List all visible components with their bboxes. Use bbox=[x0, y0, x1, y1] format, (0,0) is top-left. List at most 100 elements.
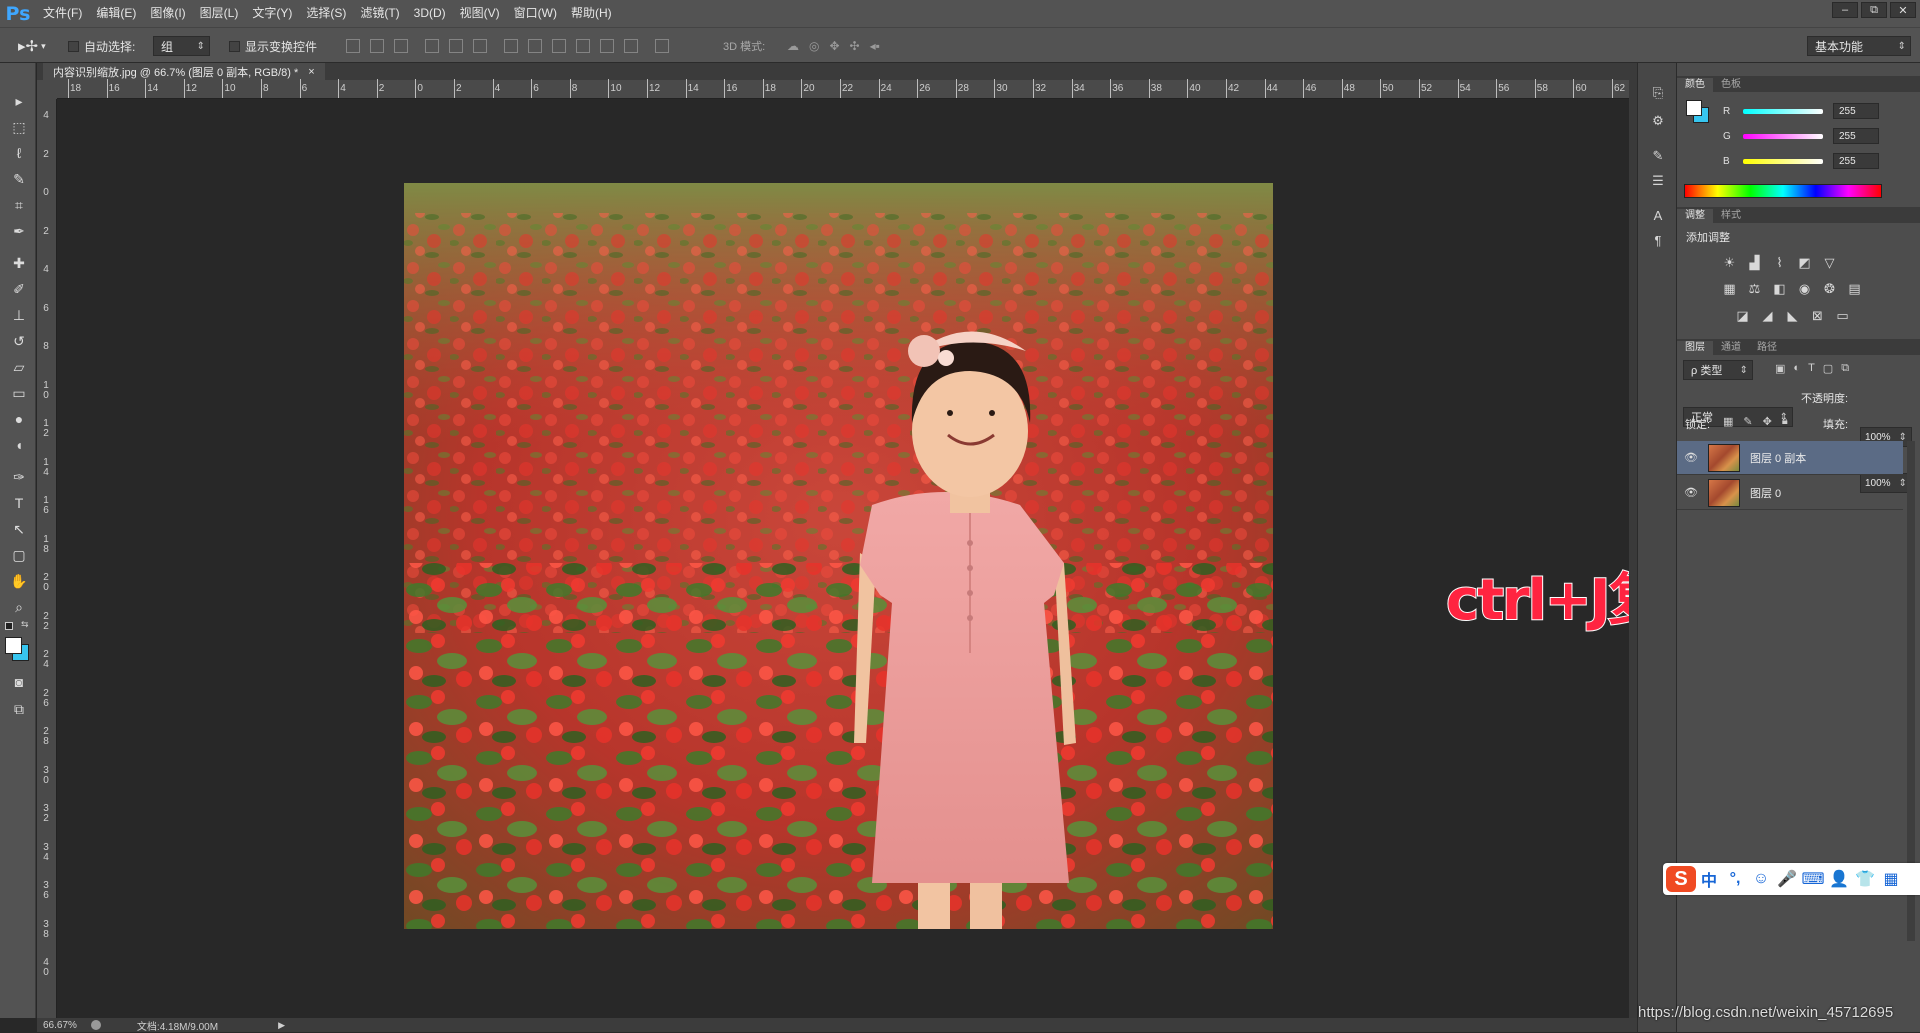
distribute-vcenter-icon[interactable] bbox=[528, 39, 542, 53]
lock-pixels-icon[interactable]: ✎ bbox=[1743, 415, 1752, 428]
tab-paths[interactable]: 路径 bbox=[1749, 341, 1785, 355]
character-panel-icon[interactable]: A bbox=[1650, 208, 1666, 224]
canvas-area[interactable]: ctrl+J复制图层 bbox=[57, 99, 1828, 1018]
healing-brush-tool-icon[interactable]: ✚ bbox=[8, 252, 30, 274]
slide-3d-icon[interactable]: ✣ bbox=[850, 39, 860, 53]
sogou-logo[interactable]: S bbox=[1666, 866, 1696, 892]
menu-image[interactable]: 图像(I) bbox=[143, 0, 192, 27]
menu-help[interactable]: 帮助(H) bbox=[564, 0, 619, 27]
slider-b-track[interactable] bbox=[1743, 158, 1823, 164]
photo-filter-icon[interactable]: ◉ bbox=[1797, 282, 1812, 296]
gradient-map-icon[interactable]: ▭ bbox=[1835, 309, 1850, 323]
brush-panel-icon[interactable]: ✎ bbox=[1650, 148, 1666, 164]
close-button[interactable]: ✕ bbox=[1890, 2, 1916, 18]
distribute-bottom-icon[interactable] bbox=[552, 39, 566, 53]
menu-file[interactable]: 文件(F) bbox=[36, 0, 89, 27]
align-hcenter-icon[interactable] bbox=[449, 39, 463, 53]
workspace-dropdown[interactable]: 基本功能 bbox=[1807, 36, 1911, 56]
menu-select[interactable]: 选择(S) bbox=[299, 0, 353, 27]
ime-chinese-mode[interactable]: 中 bbox=[1696, 867, 1722, 891]
path-select-tool-icon[interactable]: ↖ bbox=[8, 518, 30, 540]
menu-filter[interactable]: 滤镜(T) bbox=[353, 0, 406, 27]
posterize-icon[interactable]: ◢ bbox=[1760, 309, 1775, 323]
rotate-3d-icon[interactable]: ☁ bbox=[787, 39, 799, 53]
lock-all-icon[interactable]: 🔒︎ bbox=[1782, 415, 1788, 428]
align-bottom-icon[interactable] bbox=[394, 39, 408, 53]
tab-layers[interactable]: 图层 bbox=[1677, 341, 1713, 355]
threshold-icon[interactable]: ◣ bbox=[1785, 309, 1800, 323]
distribute-top-icon[interactable] bbox=[504, 39, 518, 53]
properties-panel-icon[interactable]: ⚙ bbox=[1650, 113, 1666, 129]
filter-pixel-icon[interactable]: ▣ bbox=[1775, 362, 1785, 375]
pen-tool-icon[interactable]: ✑ bbox=[8, 466, 30, 488]
channel-mixer-icon[interactable]: ❂ bbox=[1822, 282, 1837, 296]
layer-row-copy[interactable]: 👁︎ 图层 0 副本 bbox=[1677, 441, 1903, 475]
history-panel-icon[interactable]: ⎘ bbox=[1650, 85, 1666, 101]
marquee-tool-icon[interactable]: ⬚ bbox=[8, 116, 30, 138]
distribute-left-icon[interactable] bbox=[576, 39, 590, 53]
brush-tool-icon[interactable]: ✐ bbox=[8, 278, 30, 300]
ime-keyboard-icon[interactable]: ⌨ bbox=[1800, 869, 1826, 889]
tab-color[interactable]: 颜色 bbox=[1677, 78, 1713, 92]
status-info-icon[interactable] bbox=[90, 1020, 101, 1030]
ime-user-icon[interactable]: 👤 bbox=[1826, 869, 1852, 889]
distribute-right-icon[interactable] bbox=[624, 39, 638, 53]
auto-select-option[interactable]: 自动选择: bbox=[68, 28, 135, 64]
shape-tool-icon[interactable]: ▢ bbox=[8, 544, 30, 566]
scale-3d-icon[interactable]: ◂▪ bbox=[870, 39, 880, 53]
move-tool-icon[interactable]: ▸ bbox=[8, 90, 30, 112]
filter-adjustment-icon[interactable]: ◐ bbox=[1793, 362, 1800, 375]
swap-colors-icon[interactable]: ⇆ bbox=[21, 619, 29, 630]
restore-button[interactable]: ⧉ bbox=[1861, 2, 1887, 18]
hue-saturation-icon[interactable]: ▦ bbox=[1722, 282, 1737, 296]
foreground-color-swatch[interactable] bbox=[5, 637, 22, 654]
filter-smart-object-icon[interactable]: ⧉ bbox=[1841, 362, 1849, 375]
auto-select-dropdown[interactable]: 组 bbox=[153, 36, 210, 56]
minimize-button[interactable]: – bbox=[1832, 2, 1858, 18]
document-image-girl-in-flowers[interactable] bbox=[404, 183, 1273, 929]
selective-color-icon[interactable]: ⊠ bbox=[1810, 309, 1825, 323]
filter-shape-icon[interactable]: ▢ bbox=[1823, 362, 1833, 375]
blur-tool-icon[interactable]: ● bbox=[8, 408, 30, 430]
layer-visibility-eye-icon[interactable]: 👁︎ bbox=[1680, 486, 1702, 499]
layer-name[interactable]: 图层 0 bbox=[1750, 485, 1781, 501]
ime-toolbox-icon[interactable]: ▦ bbox=[1878, 869, 1904, 889]
distribute-hcenter-icon[interactable] bbox=[600, 39, 614, 53]
exposure-icon[interactable]: ◩ bbox=[1797, 256, 1812, 270]
lasso-tool-icon[interactable]: ℓ bbox=[8, 142, 30, 164]
zoom-level[interactable]: 66.67% bbox=[43, 1020, 77, 1031]
layer-name[interactable]: 图层 0 副本 bbox=[1750, 450, 1806, 466]
align-vcenter-icon[interactable] bbox=[370, 39, 384, 53]
lock-transparency-icon[interactable]: ▦ bbox=[1723, 415, 1733, 428]
menu-window[interactable]: 窗口(W) bbox=[507, 0, 564, 27]
clone-stamp-tool-icon[interactable]: ⊥ bbox=[8, 304, 30, 326]
tab-channels[interactable]: 通道 bbox=[1713, 341, 1749, 355]
slider-g-value[interactable]: 255 bbox=[1833, 128, 1879, 144]
menu-layer[interactable]: 图层(L) bbox=[193, 0, 246, 27]
lock-position-icon[interactable]: ✥ bbox=[1763, 415, 1772, 428]
menu-edit[interactable]: 编辑(E) bbox=[89, 0, 143, 27]
layer-filter-dropdown[interactable]: ρ 类型 bbox=[1683, 360, 1753, 380]
hand-tool-icon[interactable]: ✋ bbox=[8, 570, 30, 592]
color-balance-icon[interactable]: ⚖ bbox=[1747, 282, 1762, 296]
color-spectrum-bar[interactable] bbox=[1684, 184, 1882, 198]
align-right-icon[interactable] bbox=[473, 39, 487, 53]
ime-punctuation[interactable]: °, bbox=[1722, 870, 1748, 888]
zoom-tool-icon[interactable]: ⌕ bbox=[8, 596, 30, 618]
show-transform-option[interactable]: 显示变换控件 bbox=[229, 28, 317, 64]
auto-select-checkbox[interactable] bbox=[68, 40, 79, 52]
show-transform-checkbox[interactable] bbox=[229, 40, 240, 52]
vertical-scrollbar[interactable] bbox=[1629, 80, 1637, 1018]
brush-presets-icon[interactable]: ☰ bbox=[1650, 173, 1666, 189]
auto-align-icon[interactable] bbox=[655, 39, 669, 53]
brightness-icon[interactable]: ☀ bbox=[1722, 256, 1737, 270]
align-left-icon[interactable] bbox=[425, 39, 439, 53]
type-tool-icon[interactable]: T bbox=[8, 492, 30, 514]
screen-mode-icon[interactable]: ⧉ bbox=[8, 698, 30, 720]
quick-select-tool-icon[interactable]: ✎ bbox=[8, 168, 30, 190]
gradient-tool-icon[interactable]: ▭ bbox=[8, 382, 30, 404]
dodge-tool-icon[interactable]: ◖ bbox=[8, 434, 30, 456]
slider-r-value[interactable]: 255 bbox=[1833, 103, 1879, 119]
black-white-icon[interactable]: ◧ bbox=[1772, 282, 1787, 296]
ime-emoji-icon[interactable]: ☺ bbox=[1748, 870, 1774, 888]
